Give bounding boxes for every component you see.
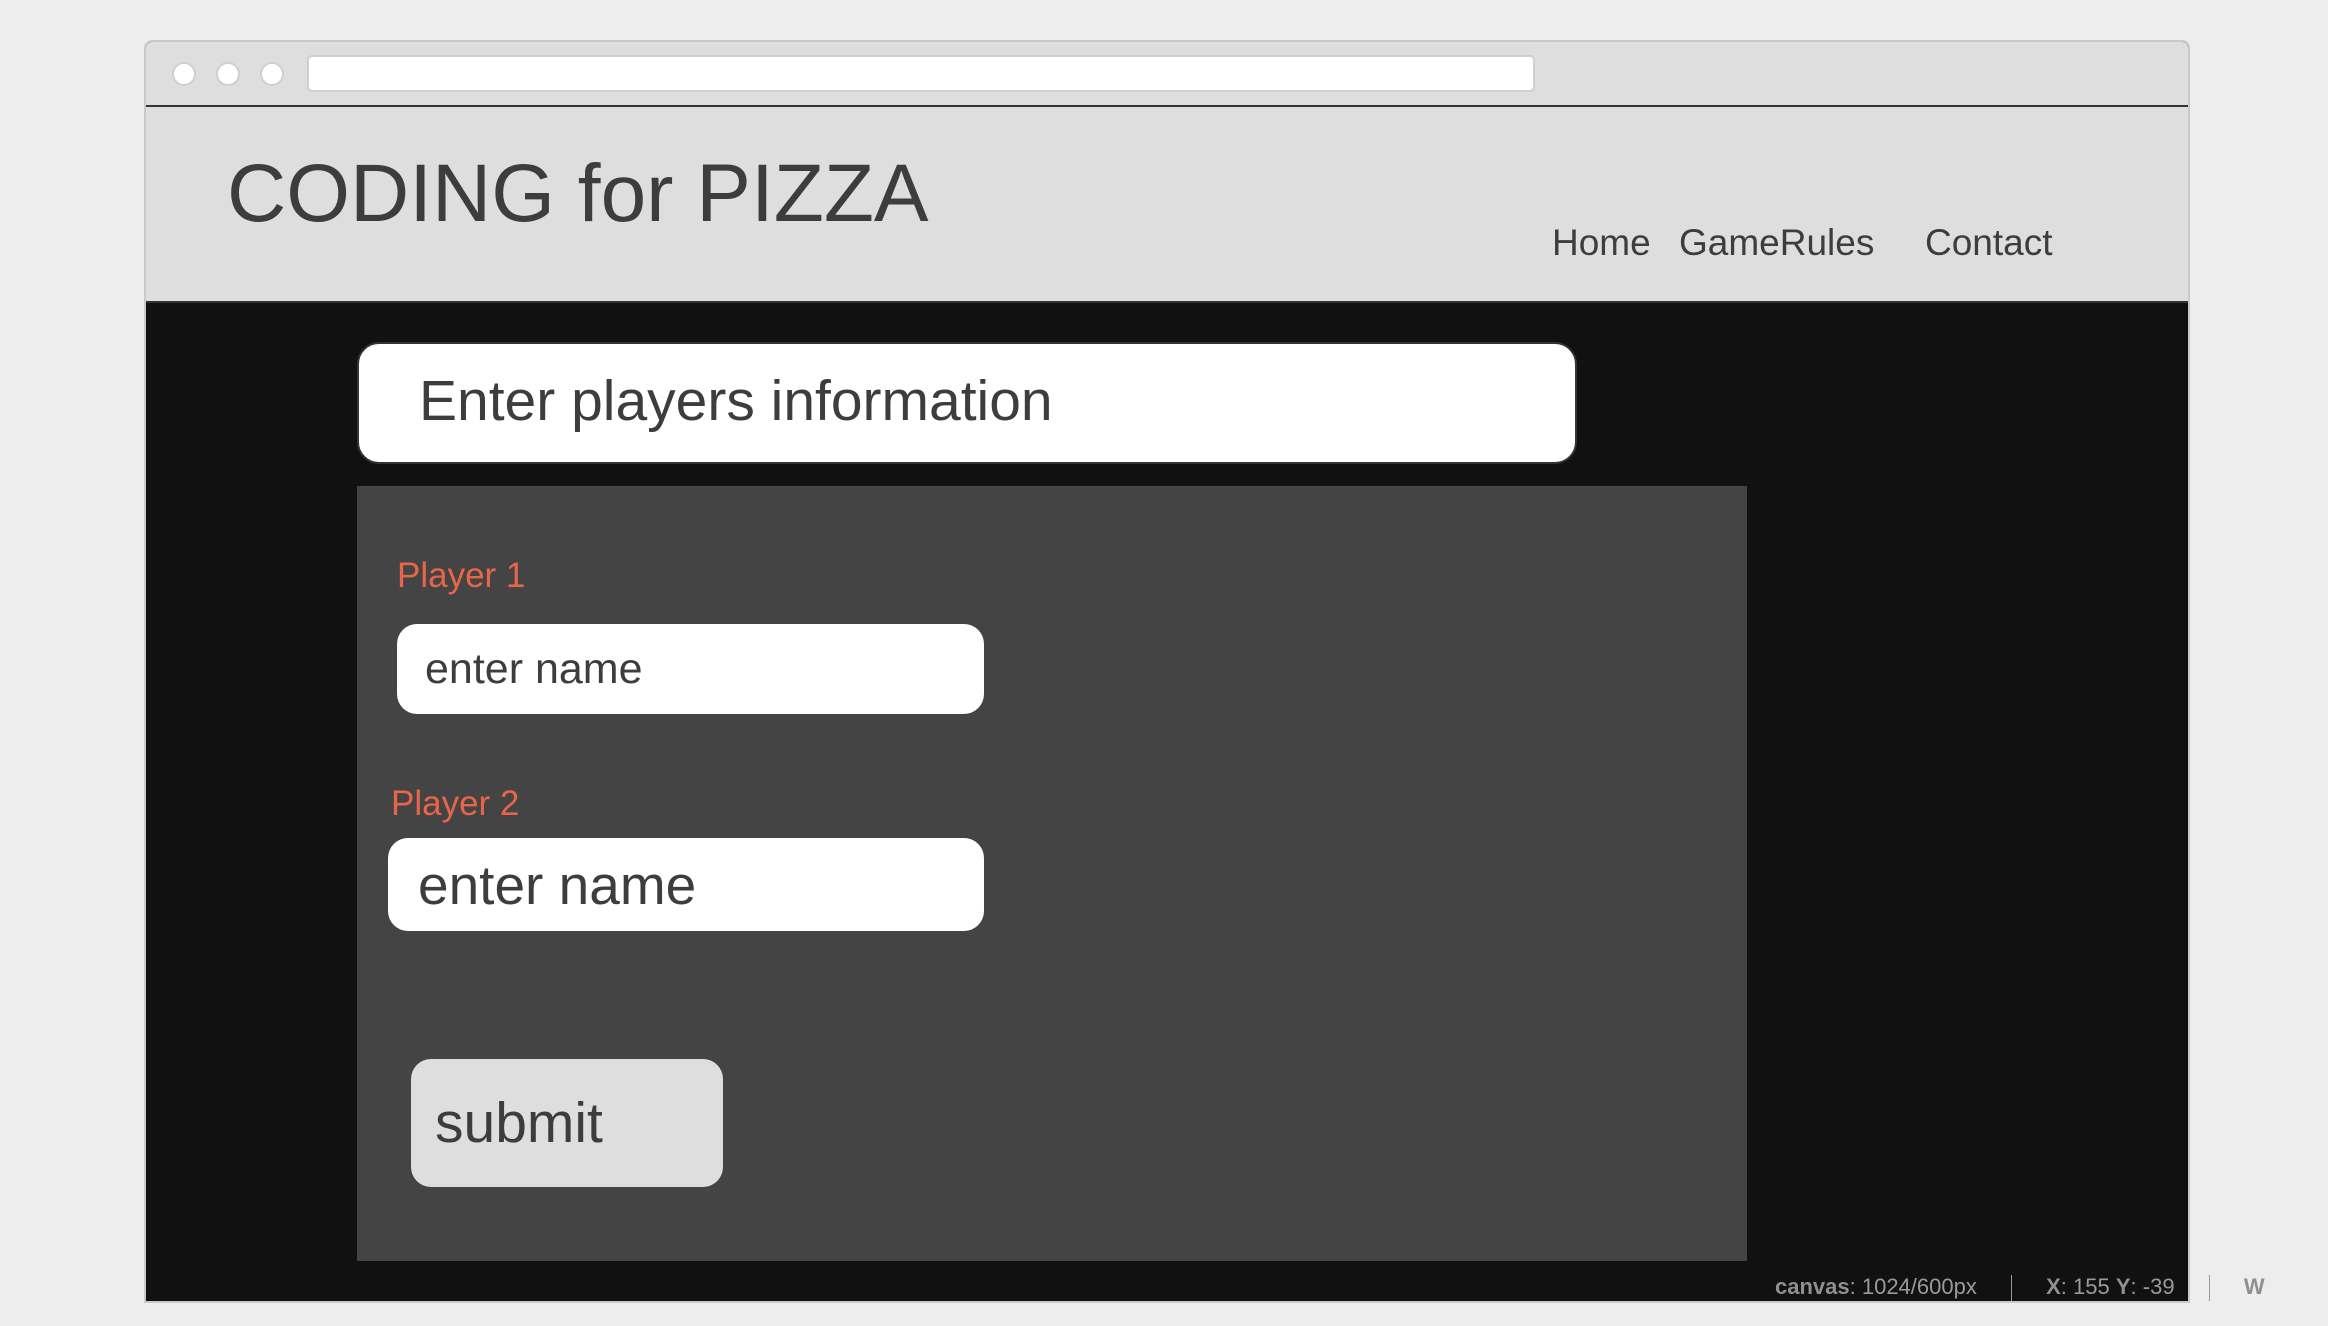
status-divider (2208, 1275, 2210, 1302)
status-divider (2010, 1275, 2012, 1302)
nav-gamerules-link[interactable]: GameRules (1679, 222, 1874, 264)
player-form-panel: Player 1 Player 2 submit (357, 486, 1747, 1261)
player-1-label: Player 1 (397, 556, 526, 595)
site-title: CODING for PIZZA (227, 148, 929, 239)
player-2-name-input[interactable] (388, 838, 984, 931)
y-coordinate-label: Y (2115, 1274, 2131, 1299)
form-title-box: Enter players information (357, 342, 1577, 464)
window-minimize-dot[interactable] (216, 62, 240, 86)
canvas-status-bar: canvas: 1024/600px X: 155 Y: -39 W (1775, 1274, 2265, 1302)
browser-window: CODING for PIZZA Home GameRules Contact … (144, 40, 2190, 1303)
site-header: CODING for PIZZA Home GameRules Contact (146, 107, 2188, 303)
form-title: Enter players information (419, 369, 1053, 433)
canvas-label: canvas (1775, 1274, 1850, 1299)
canvas-size-value: : 1024/600px (1849, 1274, 1977, 1299)
player-1-name-input[interactable] (397, 624, 984, 714)
y-coordinate-value: : -39 (2130, 1274, 2175, 1299)
x-coordinate-label: X (2046, 1274, 2061, 1299)
x-coordinate-value: : 155 (2060, 1274, 2110, 1299)
nav-contact-link[interactable]: Contact (1925, 222, 2053, 264)
address-bar[interactable] (307, 55, 1535, 92)
player-2-label: Player 2 (391, 784, 520, 823)
window-maximize-dot[interactable] (260, 62, 284, 86)
w-label: W (2243, 1274, 2265, 1299)
submit-button[interactable]: submit (411, 1059, 723, 1187)
nav-home-link[interactable]: Home (1552, 222, 1651, 264)
window-close-dot[interactable] (172, 62, 196, 86)
browser-chrome (146, 42, 2188, 107)
